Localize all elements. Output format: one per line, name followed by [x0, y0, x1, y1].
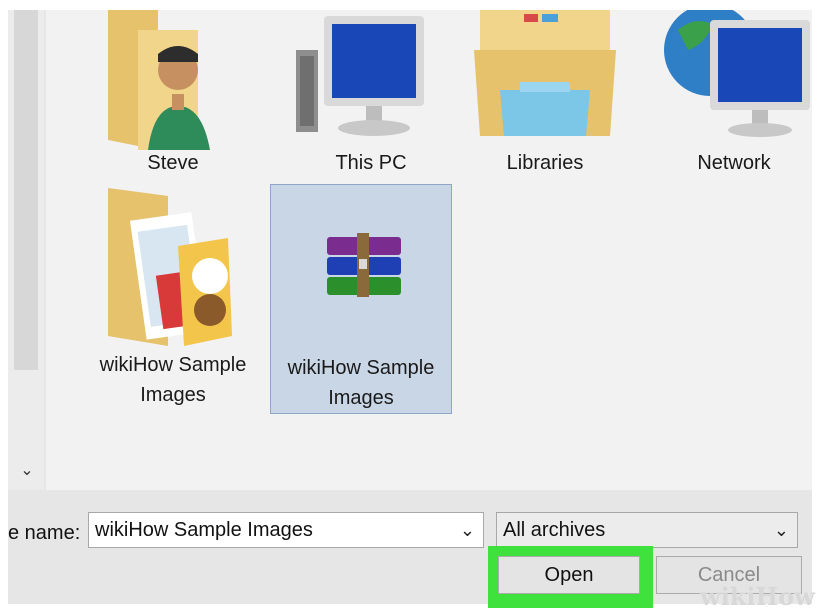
winrar-archive-icon [327, 233, 401, 297]
item-label: wikiHow Sample [287, 357, 435, 379]
grid-item-wikihow-sample-images-archive[interactable]: wikiHow Sample Images [270, 184, 452, 414]
item-label: Steve [147, 152, 199, 174]
navigation-scrollbar[interactable] [14, 10, 38, 370]
user-folder-icon [108, 10, 210, 150]
file-name-value: wikiHow Sample Images [95, 519, 313, 541]
item-label: This PC [335, 152, 407, 174]
grid-item-libraries[interactable]: Libraries [470, 10, 620, 190]
file-list-pane: Steve This PC Libraries Network wikiHow … [46, 10, 812, 490]
wikihow-watermark: wikiHow [700, 582, 815, 611]
item-label: Network [697, 152, 771, 174]
item-label: Libraries [506, 152, 584, 174]
navigation-pane: ⌄ [8, 10, 44, 490]
item-label: wikiHow Sample [99, 354, 247, 376]
file-type-value: All archives [503, 519, 606, 541]
chevron-down-icon[interactable]: ⌄ [460, 513, 475, 547]
item-label-line2: Images [140, 384, 206, 406]
file-name-input[interactable]: wikiHow Sample Images ⌄ [88, 512, 484, 548]
open-button[interactable]: Open [498, 556, 640, 594]
item-label-line2: Images [328, 387, 394, 409]
libraries-folder-icon [474, 10, 616, 136]
file-type-select[interactable]: All archives ⌄ [496, 512, 798, 548]
network-icon [664, 10, 810, 137]
file-name-label: e name: [8, 522, 81, 544]
chevron-down-icon[interactable]: ⌄ [18, 462, 36, 480]
file-open-dialog: ⌄ Steve This PC Libraries Network wikiHo… [8, 10, 812, 604]
grid-item-steve[interactable]: Steve [98, 10, 248, 190]
chevron-down-icon[interactable]: ⌄ [774, 513, 789, 547]
grid-item-wikihow-sample-images-folder[interactable]: wikiHow Sample Images [88, 186, 258, 416]
grid-item-this-pc[interactable]: This PC [286, 10, 456, 190]
image-folder-icon [108, 188, 232, 346]
grid-item-network[interactable]: Network [654, 10, 812, 190]
computer-icon [296, 16, 424, 136]
